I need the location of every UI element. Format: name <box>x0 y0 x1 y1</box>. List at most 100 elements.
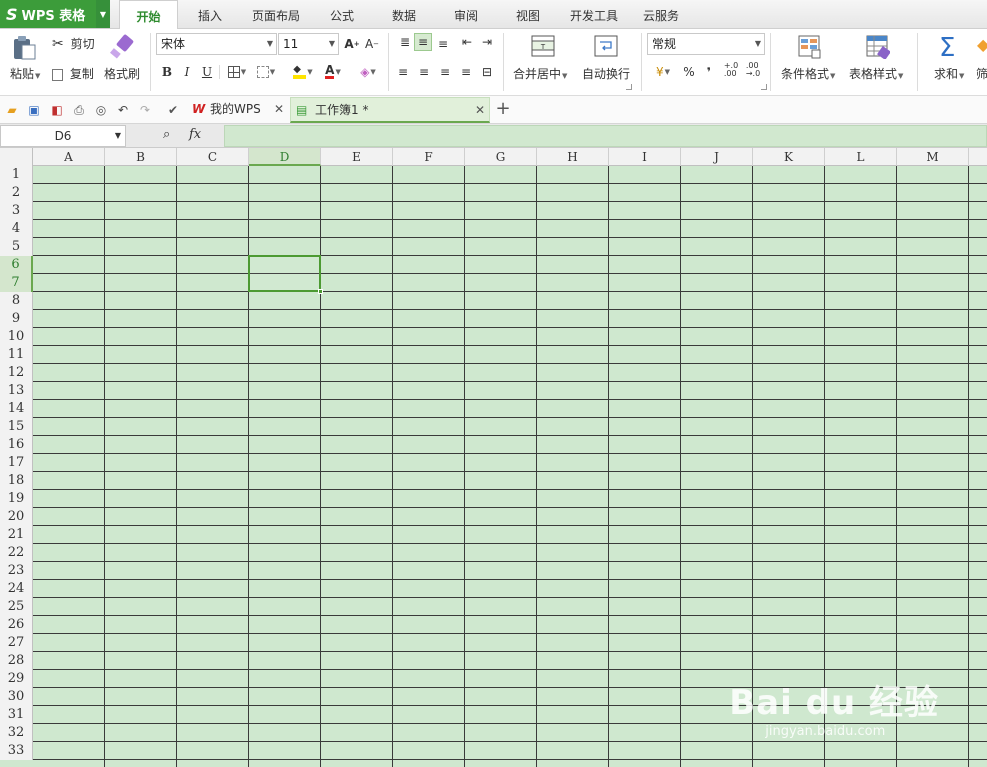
row-header-27[interactable]: 27 <box>0 634 33 652</box>
column-header-i[interactable]: I <box>609 148 681 166</box>
row-header-33[interactable]: 33 <box>0 742 33 760</box>
font-size-select[interactable]: 11 ▼ <box>278 33 339 55</box>
row-header-3[interactable]: 3 <box>0 202 33 220</box>
row-header-11[interactable]: 11 <box>0 346 33 364</box>
row-header-1[interactable]: 1 <box>0 166 33 184</box>
merge-center-button[interactable]: T <box>531 35 555 60</box>
number-format-select[interactable]: 常规 ▼ <box>647 33 765 55</box>
bold-button[interactable]: B <box>158 63 176 81</box>
tab-workbook1[interactable]: ▤ 工作簿1 * ✕ <box>290 97 490 123</box>
align-top-icon[interactable]: ≣ <box>396 33 414 51</box>
currency-format-button[interactable]: ¥ ▼ <box>649 63 677 81</box>
increase-font-icon[interactable]: A + <box>343 35 361 53</box>
justify-icon[interactable]: ≡ <box>457 63 475 81</box>
undo-icon[interactable]: ↶ <box>115 102 131 118</box>
row-header-18[interactable]: 18 <box>0 472 33 490</box>
row-header-30[interactable]: 30 <box>0 688 33 706</box>
row-header-15[interactable]: 15 <box>0 418 33 436</box>
tab-review[interactable]: 审阅 <box>444 0 488 29</box>
number-dialog-launcher-icon[interactable] <box>761 84 767 90</box>
print-icon[interactable]: ⎙ <box>71 102 87 118</box>
paste-label[interactable]: 粘贴▼ <box>10 65 40 82</box>
align-left-icon[interactable]: ≡ <box>394 63 412 81</box>
column-header-m[interactable]: M <box>897 148 969 166</box>
column-header-c[interactable]: C <box>177 148 249 166</box>
merge-center-label[interactable]: 合并居中▼ <box>513 65 567 82</box>
insert-function-button[interactable]: fx <box>189 127 201 142</box>
row-header-17[interactable]: 17 <box>0 454 33 472</box>
name-box[interactable]: D6 ▼ <box>0 125 126 147</box>
font-color-button[interactable]: A ▼ <box>319 63 347 81</box>
row-header-4[interactable]: 4 <box>0 220 33 238</box>
underline-button[interactable]: U <box>198 63 216 81</box>
row-header-9[interactable]: 9 <box>0 310 33 328</box>
percent-button[interactable]: % <box>680 63 698 81</box>
border-button[interactable]: ▼ <box>224 63 250 81</box>
copy-button[interactable]: 复制 <box>52 65 94 82</box>
column-header-a[interactable]: A <box>33 148 105 166</box>
increase-indent-icon[interactable]: ⇥ <box>478 33 496 51</box>
new-tab-button[interactable]: + <box>495 98 511 119</box>
tab-formula[interactable]: 公式 <box>320 0 364 29</box>
selected-cell-d6[interactable] <box>248 255 323 294</box>
fill-color-button[interactable]: ◆ ▼ <box>289 63 317 81</box>
align-center-icon[interactable]: ≡ <box>415 63 433 81</box>
row-header-14[interactable]: 14 <box>0 400 33 418</box>
row-header-12[interactable]: 12 <box>0 364 33 382</box>
table-style-label[interactable]: 表格样式▼ <box>849 65 903 82</box>
tab-cloud-service[interactable]: 云服务 <box>636 0 686 29</box>
tab-page-layout[interactable]: 页面布局 <box>244 0 308 29</box>
column-header-g[interactable]: G <box>465 148 537 166</box>
row-header-23[interactable]: 23 <box>0 562 33 580</box>
print-preview-icon[interactable]: ◎ <box>93 102 109 118</box>
tab-my-wps[interactable]: W 我的WPS ✕ <box>188 97 288 123</box>
italic-button[interactable]: I <box>178 63 196 81</box>
row-header-10[interactable]: 10 <box>0 328 33 346</box>
close-icon[interactable]: ✕ <box>475 98 485 122</box>
tab-insert[interactable]: 插入 <box>188 0 232 29</box>
row-header-28[interactable]: 28 <box>0 652 33 670</box>
row-header-22[interactable]: 22 <box>0 544 33 562</box>
comma-style-button[interactable]: ❜ <box>700 63 718 81</box>
save-icon[interactable]: ▣ <box>26 102 42 118</box>
row-header-16[interactable]: 16 <box>0 436 33 454</box>
font-name-select[interactable]: 宋体 ▼ <box>156 33 277 55</box>
column-header-f[interactable]: F <box>393 148 465 166</box>
align-bottom-icon[interactable]: ≡ <box>434 35 452 53</box>
decrease-decimal-button[interactable]: .00 →.0 <box>744 61 762 79</box>
tab-home[interactable]: 开始 <box>119 0 178 30</box>
table-style-button[interactable] <box>866 35 891 62</box>
sum-button[interactable]: 求和▼ <box>934 65 964 82</box>
filter-button[interactable]: 筛 <box>976 65 987 82</box>
filter-icon[interactable]: ◆ <box>977 35 987 54</box>
row-header-29[interactable]: 29 <box>0 670 33 688</box>
column-header-l[interactable]: L <box>825 148 897 166</box>
clear-format-button[interactable]: ◈ ▼ <box>355 63 381 81</box>
cut-button[interactable]: ✂ 剪切 <box>52 35 95 52</box>
fill-handle[interactable] <box>318 289 323 294</box>
column-header-j[interactable]: J <box>681 148 753 166</box>
column-header-h[interactable]: H <box>537 148 609 166</box>
tab-developer[interactable]: 开发工具 <box>564 0 624 29</box>
row-header-2[interactable]: 2 <box>0 184 33 202</box>
tab-view[interactable]: 视图 <box>506 0 550 29</box>
align-middle-icon[interactable]: ≡ <box>414 33 432 51</box>
select-all-corner[interactable] <box>0 148 33 166</box>
export-pdf-icon[interactable]: ◧ <box>49 102 65 118</box>
conditional-format-label[interactable]: 条件格式▼ <box>781 65 835 82</box>
distributed-align-icon[interactable]: ⊟ <box>478 63 496 81</box>
formula-input[interactable] <box>224 125 987 147</box>
row-header-6[interactable]: 6 <box>0 256 33 274</box>
increase-decimal-button[interactable]: +.0 .00 <box>722 61 740 79</box>
row-header-5[interactable]: 5 <box>0 238 33 256</box>
customize-toolbar-icon[interactable]: ✔ <box>165 102 181 118</box>
wps-logo-button[interactable]: S WPS 表格 <box>0 0 96 28</box>
zoom-lookup-icon[interactable]: ⌕ <box>163 127 170 142</box>
close-icon[interactable]: ✕ <box>274 97 284 121</box>
alignment-dialog-launcher-icon[interactable] <box>626 84 632 90</box>
wrap-text-label[interactable]: 自动换行 <box>582 65 630 82</box>
decrease-indent-icon[interactable]: ⇤ <box>458 33 476 51</box>
format-painter-label[interactable]: 格式刷 <box>104 65 140 82</box>
paste-button[interactable] <box>10 35 40 63</box>
row-header-8[interactable]: 8 <box>0 292 33 310</box>
